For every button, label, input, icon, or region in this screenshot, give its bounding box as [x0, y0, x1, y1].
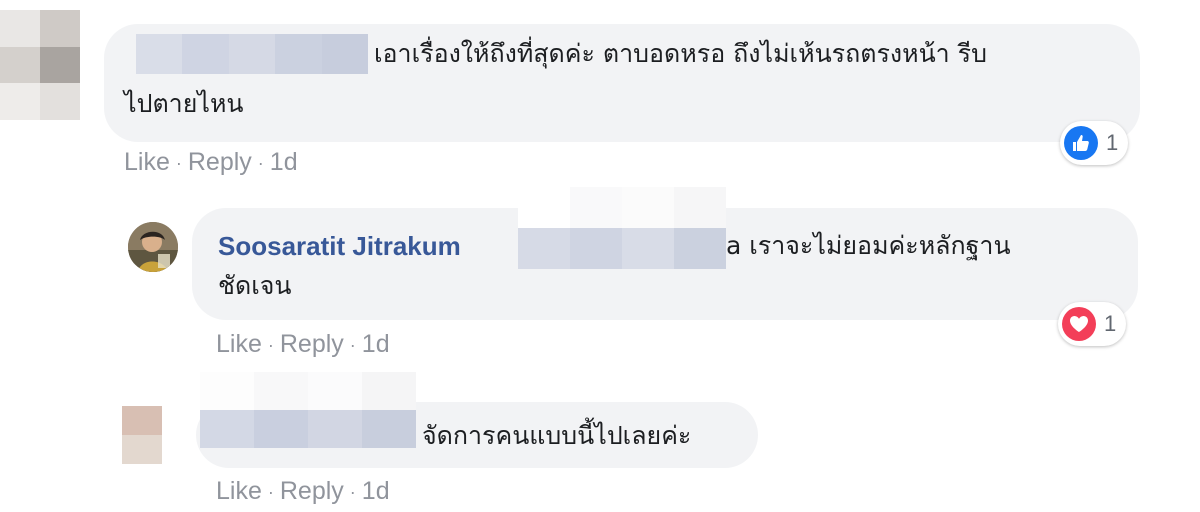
- reaction-count: 1: [1106, 130, 1119, 155]
- like-link[interactable]: Like: [124, 148, 170, 176]
- separator: ·: [267, 481, 274, 502]
- author-name-blurred[interactable]: [200, 372, 416, 448]
- reply-text-line2: ชัดเจน: [218, 271, 292, 300]
- separator: ·: [349, 481, 356, 502]
- separator: ·: [267, 334, 274, 355]
- like-icon: [1064, 126, 1098, 160]
- avatar-blurred[interactable]: [0, 10, 80, 120]
- comment-text: เอาเรื่องให้ถึงที่สุดค่ะ ตาบอดหรอ ถึงไม่…: [374, 39, 987, 68]
- reply-link[interactable]: Reply: [188, 148, 252, 176]
- mentioned-name-blurred[interactable]: [518, 187, 726, 269]
- comment-actions: Like · Reply · 1d: [216, 477, 390, 506]
- separator: ·: [175, 152, 182, 173]
- avatar-blurred[interactable]: [122, 406, 162, 464]
- timestamp[interactable]: 1d: [270, 148, 298, 176]
- comment-actions: Like · Reply · 1d: [124, 148, 298, 177]
- reaction-summary[interactable]: 1: [1060, 121, 1129, 165]
- reply-link[interactable]: Reply: [280, 330, 344, 358]
- heart-icon: [1062, 307, 1096, 341]
- like-link[interactable]: Like: [216, 330, 262, 358]
- avatar[interactable]: [128, 222, 178, 272]
- like-link[interactable]: Like: [216, 477, 262, 505]
- separator: ·: [349, 334, 356, 355]
- author-name[interactable]: Soosaratit Jitrakum: [218, 224, 461, 268]
- author-name-blurred[interactable]: [136, 34, 368, 74]
- comment-text: จัดการคนแบบนี้ไปเลยค่ะ: [422, 421, 692, 450]
- reply-link[interactable]: Reply: [280, 477, 344, 505]
- timestamp[interactable]: 1d: [362, 330, 390, 358]
- reaction-count: 1: [1104, 311, 1117, 336]
- separator: ·: [257, 152, 264, 173]
- comment-actions: Like · Reply · 1d: [216, 330, 390, 359]
- timestamp[interactable]: 1d: [362, 477, 390, 505]
- reaction-summary[interactable]: 1: [1058, 302, 1127, 346]
- comment-text-line2: ไปตายไหน: [124, 89, 244, 118]
- reply-text: a เราจะไม่ยอมค่ะหลักฐาน: [726, 231, 1011, 260]
